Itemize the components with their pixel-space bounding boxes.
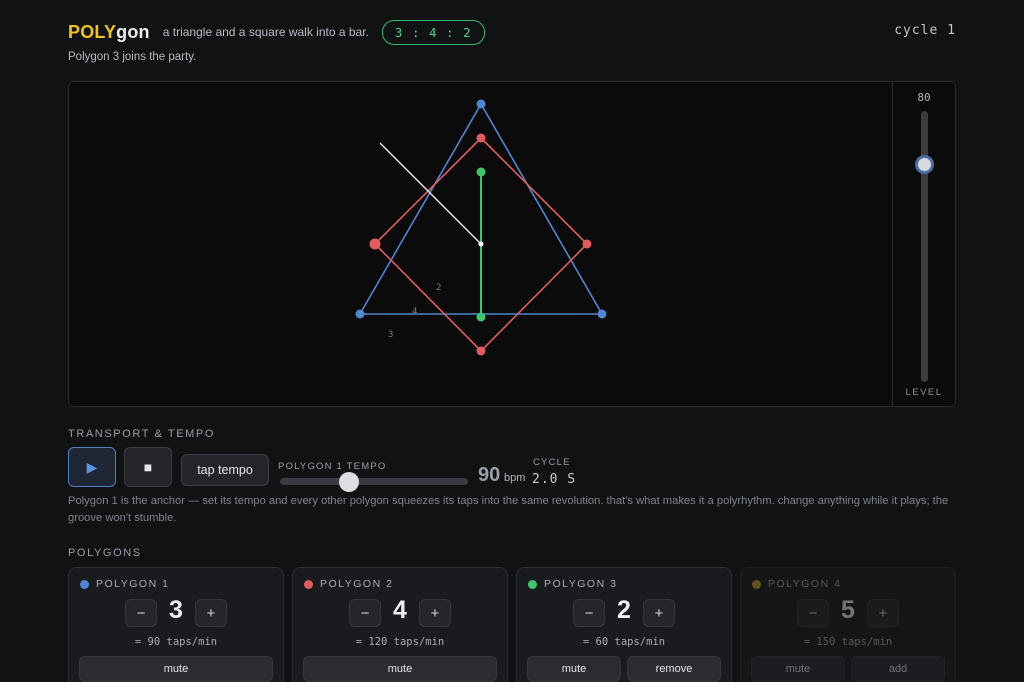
color-dot	[752, 579, 761, 589]
color-dot	[304, 579, 313, 589]
side-count-label: 4	[412, 307, 417, 317]
polygon-canvas: 2 4 3	[355, 99, 607, 356]
clock-hand	[379, 142, 482, 245]
decrement-button[interactable]: −	[349, 599, 381, 627]
mute-button[interactable]: mute	[751, 656, 845, 682]
color-dot	[528, 579, 537, 589]
play-button[interactable]: ▶	[68, 447, 116, 487]
increment-button[interactable]: +	[419, 599, 451, 627]
cycle-duration-label: CYCLE	[533, 457, 571, 468]
line-vertex	[476, 312, 486, 322]
polygon-card-2: POLYGON 2 − 4 + = 120 taps/min mute	[292, 567, 508, 682]
side-count-label: 3	[388, 330, 393, 340]
tempo-unit: bpm	[504, 472, 526, 484]
card-title: POLYGON 1	[96, 578, 170, 590]
side-count-value: 4	[393, 596, 407, 624]
mute-button[interactable]: mute	[303, 656, 497, 682]
increment-button[interactable]: +	[867, 599, 899, 627]
card-title: POLYGON 3	[544, 578, 618, 590]
level-value: 80	[917, 91, 931, 104]
polygon-card-3: POLYGON 3 − 2 + = 60 taps/min mute remov…	[516, 567, 732, 682]
side-count-value: 2	[617, 596, 631, 624]
stop-button[interactable]: ■	[124, 447, 172, 487]
square-vertex	[476, 346, 486, 356]
triangle-vertex	[476, 99, 486, 109]
mute-button[interactable]: mute	[79, 656, 273, 682]
level-slider-track[interactable]	[921, 111, 928, 382]
play-icon: ▶	[86, 458, 98, 475]
card-header: POLYGON 4	[752, 578, 841, 590]
mute-button[interactable]: mute	[527, 656, 621, 682]
level-slider-thumb[interactable]	[915, 155, 934, 174]
cycle-counter: cycle 1	[894, 23, 956, 38]
taps-per-minute: = 150 taps/min	[803, 636, 893, 648]
tagline: a triangle and a square walk into a bar.	[162, 25, 369, 39]
tap-tempo-button[interactable]: tap tempo	[181, 454, 269, 486]
increment-button[interactable]: +	[195, 599, 227, 627]
polygon-stage[interactable]: 2 4 3 80 LEVEL	[68, 81, 956, 407]
add-button[interactable]: add	[851, 656, 945, 682]
decrement-button[interactable]: −	[125, 599, 157, 627]
triangle-vertex	[597, 309, 607, 319]
decrement-button[interactable]: −	[573, 599, 605, 627]
taps-per-minute: = 60 taps/min	[582, 636, 666, 648]
header: POLYgon a triangle and a square walk int…	[68, 19, 956, 45]
polygon-card-4: POLYGON 4 − 5 + = 150 taps/min mute add	[740, 567, 956, 682]
logo-highlight: POLY	[68, 21, 117, 42]
side-count-value: 3	[169, 596, 183, 624]
color-dot	[80, 579, 89, 589]
taps-per-minute: = 90 taps/min	[134, 636, 218, 648]
decrement-button[interactable]: −	[797, 599, 829, 627]
side-count-value: 5	[841, 596, 855, 624]
tempo-value: 90	[478, 464, 501, 486]
card-header: POLYGON 1	[80, 578, 169, 590]
level-panel: 80 LEVEL	[892, 82, 955, 406]
tempo-slider-track[interactable]	[280, 478, 468, 485]
cycle-duration-value: 2.0 S	[532, 472, 577, 487]
card-header: POLYGON 3	[528, 578, 617, 590]
polygon-card-1: POLYGON 1 − 3 + = 90 taps/min mute	[68, 567, 284, 682]
tempo-slider-thumb[interactable]	[339, 472, 359, 492]
polygons-heading: POLYGONS	[68, 547, 142, 559]
square-vertex-active	[369, 238, 381, 250]
card-header: POLYGON 2	[304, 578, 393, 590]
square-vertex	[582, 239, 592, 249]
square-vertex	[476, 133, 486, 143]
remove-button[interactable]: remove	[627, 656, 721, 682]
triangle-vertex	[355, 309, 365, 319]
side-count-label: 2	[436, 283, 441, 293]
anchor-note: Polygon 1 is the anchor — set its tempo …	[68, 495, 949, 524]
level-label: LEVEL	[905, 387, 943, 398]
stop-icon: ■	[143, 459, 153, 475]
app-logo: POLYgon	[68, 22, 150, 43]
center-point	[478, 241, 484, 247]
taps-per-minute: = 120 taps/min	[355, 636, 445, 648]
card-title: POLYGON 2	[320, 578, 394, 590]
ratio-badge: 3 : 4 : 2	[381, 19, 485, 45]
logo-rest: gon	[116, 21, 150, 42]
card-title: POLYGON 4	[768, 578, 842, 590]
transport-heading: TRANSPORT & TEMPO	[68, 428, 216, 440]
increment-button[interactable]: +	[643, 599, 675, 627]
tempo-label: POLYGON 1 TEMPO	[278, 461, 387, 472]
line-vertex	[476, 167, 486, 177]
status-message: Polygon 3 joins the party.	[68, 51, 197, 63]
